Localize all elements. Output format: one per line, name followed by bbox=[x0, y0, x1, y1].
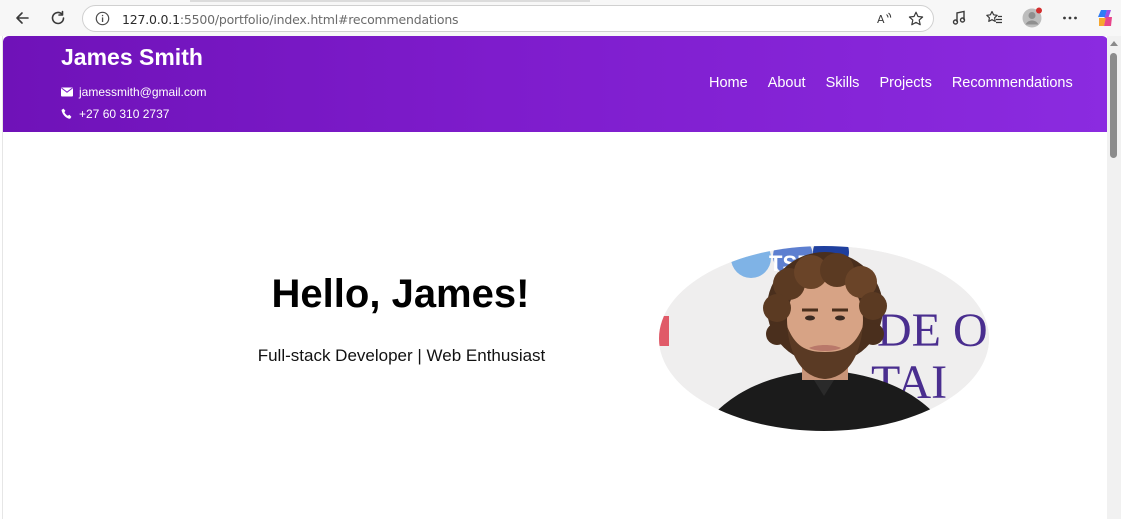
favorite-button[interactable] bbox=[907, 10, 925, 33]
profile-photo: TSB DE O TAI bbox=[659, 246, 989, 431]
nav-link-about[interactable]: About bbox=[768, 75, 806, 91]
scrollbar-thumb[interactable] bbox=[1110, 53, 1117, 158]
reload-icon bbox=[51, 10, 65, 25]
contact-phone: +27 60 310 2737 bbox=[61, 107, 169, 121]
phone-text: +27 60 310 2737 bbox=[79, 107, 170, 121]
more-options-button[interactable] bbox=[1058, 7, 1082, 29]
nav-link-recommendations[interactable]: Recommendations bbox=[952, 75, 1073, 91]
read-aloud-icon: A bbox=[877, 12, 892, 26]
hero-greeting: Hello, James! bbox=[271, 272, 530, 316]
media-button[interactable] bbox=[947, 7, 971, 29]
tab-strip-edge bbox=[190, 0, 590, 2]
read-aloud-button[interactable]: A bbox=[875, 10, 893, 33]
favorites-list-icon bbox=[986, 10, 1002, 24]
copilot-icon bbox=[1098, 10, 1112, 26]
star-icon bbox=[908, 11, 924, 26]
nav-link-projects[interactable]: Projects bbox=[879, 75, 931, 91]
address-url[interactable]: 127.0.0.1:5500/portfolio/index.html#reco… bbox=[122, 12, 459, 27]
arrow-left-icon bbox=[16, 12, 29, 24]
profile-button[interactable] bbox=[1020, 7, 1044, 29]
phone-icon bbox=[61, 108, 72, 119]
backdrop-lettering-top: DE O bbox=[877, 304, 988, 357]
favorites-button[interactable] bbox=[982, 7, 1006, 29]
copilot-button[interactable] bbox=[1093, 7, 1117, 29]
browser-toolbar: 127.0.0.1:5500/portfolio/index.html#reco… bbox=[0, 0, 1121, 36]
main-navigation: Home About Skills Projects Recommendatio… bbox=[709, 75, 1093, 91]
address-bar[interactable]: 127.0.0.1:5500/portfolio/index.html#reco… bbox=[82, 5, 934, 32]
email-text: jamessmith@gmail.com bbox=[79, 85, 207, 99]
url-path: :5500/portfolio/index.html#recommendatio… bbox=[179, 12, 459, 27]
profile-avatar-icon bbox=[1022, 7, 1042, 28]
more-dots-icon bbox=[1063, 16, 1077, 20]
music-note-icon bbox=[952, 10, 966, 25]
hero-subtitle: Full-stack Developer | Web Enthusiast bbox=[257, 346, 546, 365]
svg-text:A: A bbox=[877, 13, 885, 26]
scroll-up-arrow-icon[interactable] bbox=[1110, 41, 1118, 46]
nav-link-home[interactable]: Home bbox=[709, 75, 748, 91]
back-button[interactable] bbox=[10, 7, 34, 29]
portrait-illustration: TSB DE O TAI bbox=[659, 246, 989, 431]
webpage-viewport: James Smith jamessmith@gmail.com +27 60 … bbox=[2, 36, 1107, 519]
site-header: James Smith jamessmith@gmail.com +27 60 … bbox=[3, 36, 1107, 132]
reload-button[interactable] bbox=[46, 7, 70, 29]
nav-link-skills[interactable]: Skills bbox=[826, 75, 860, 91]
page-scrollbar[interactable] bbox=[1107, 36, 1121, 519]
url-host: 127.0.0.1 bbox=[122, 12, 180, 27]
envelope-icon bbox=[61, 87, 73, 97]
contact-email: jamessmith@gmail.com bbox=[61, 85, 207, 99]
site-title: James Smith bbox=[61, 44, 203, 70]
site-info-icon[interactable] bbox=[95, 11, 110, 31]
